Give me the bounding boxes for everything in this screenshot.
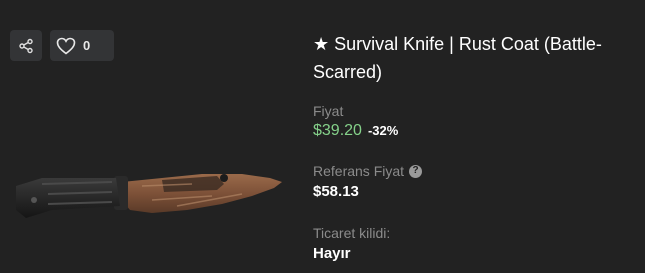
price-section: Fiyat $39.20 -32% bbox=[313, 102, 398, 140]
reference-price-value: $58.13 bbox=[313, 183, 359, 200]
survival-knife-image bbox=[16, 174, 282, 218]
favorite-count: 0 bbox=[83, 38, 91, 53]
reference-price-section: Referans Fiyat ? $58.13 bbox=[313, 162, 423, 200]
price-label: Fiyat bbox=[313, 103, 344, 119]
item-title: ★ Survival Knife | Rust Coat (Battle-Sca… bbox=[313, 34, 602, 82]
share-icon bbox=[19, 38, 33, 53]
item-actions: 0 bbox=[10, 30, 114, 61]
discount-badge: -32% bbox=[367, 123, 399, 138]
trade-lock-value: Hayır bbox=[313, 245, 351, 262]
price-value: $39.20 bbox=[313, 122, 362, 139]
trade-lock-section: Ticaret kilidi: Hayır bbox=[313, 224, 390, 262]
trade-lock-label: Ticaret kilidi: bbox=[313, 225, 391, 241]
favorite-button[interactable]: 0 bbox=[50, 30, 114, 61]
reference-price-label: Referans Fiyat bbox=[313, 163, 405, 179]
share-button[interactable] bbox=[10, 30, 42, 61]
question-icon[interactable]: ? bbox=[409, 164, 423, 178]
item-info: ★ Survival Knife | Rust Coat (Battle-Sca… bbox=[313, 30, 638, 262]
heart-icon bbox=[56, 37, 76, 55]
